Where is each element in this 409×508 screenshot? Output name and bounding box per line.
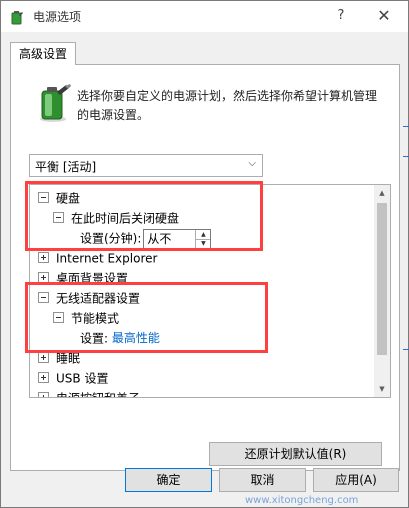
expand-icon[interactable] <box>38 392 49 397</box>
edge-mark <box>403 156 409 157</box>
apply-button[interactable]: 应用(A) <box>313 468 399 492</box>
watermark: www.xitongcheng.com <box>245 495 359 506</box>
edge-mark <box>403 349 409 350</box>
window-title: 电源选项 <box>33 10 82 24</box>
title-bar[interactable]: 电源选项 ? ✕ <box>1 1 408 32</box>
restore-defaults-button[interactable]: 还原计划默认值(R) <box>209 442 382 466</box>
expand-icon[interactable] <box>38 252 49 263</box>
edge-mark <box>403 126 409 127</box>
power-options-icon <box>11 11 23 25</box>
highlight-box-hard-disk <box>25 181 263 251</box>
tree-row-label: 睡眠 <box>56 351 81 366</box>
tree-row-label: 电源按钮和盖子 <box>56 392 140 398</box>
scroll-up-arrow[interactable]: ▲ <box>374 185 390 201</box>
tree-scrollbar[interactable]: ▲ ▼ <box>374 185 390 397</box>
tree-row[interactable]: USB 设置 <box>38 368 108 388</box>
dialog-client: 高级设置 选择你要自定义的电源计划，然后选择你希望计算机管理的电源设置。 平衡 … <box>1 32 408 507</box>
highlight-box-wireless <box>25 282 268 353</box>
tree-row[interactable]: 电源按钮和盖子 <box>38 388 140 398</box>
battery-plan-icon <box>40 84 71 122</box>
plan-description: 选择你要自定义的电源计划，然后选择你希望计算机管理的电源设置。 <box>77 89 378 122</box>
scroll-thumb[interactable] <box>377 203 387 355</box>
expand-icon[interactable] <box>38 372 49 383</box>
tab-advanced-settings[interactable]: 高级设置 <box>10 42 76 65</box>
ok-button[interactable]: 确定 <box>125 468 212 492</box>
tree-row-label: Internet Explorer <box>56 251 158 266</box>
power-plan-value: 平衡 [活动] <box>35 160 97 174</box>
chevron-down-icon: ⌵ <box>248 158 256 169</box>
tree-row[interactable]: Internet Explorer <box>38 248 157 268</box>
scroll-down-arrow[interactable]: ▼ <box>374 381 390 397</box>
help-button[interactable]: ? <box>331 6 351 26</box>
power-plan-dropdown[interactable]: 平衡 [活动] ⌵ <box>29 154 263 177</box>
power-options-window: 电源选项 ? ✕ 高级设置 选择你要自定义的电源计划，然后选择你希望计算机管理的… <box>0 0 409 508</box>
close-button[interactable]: ✕ <box>371 5 397 27</box>
advanced-settings-panel: 选择你要自定义的电源计划，然后选择你希望计算机管理的电源设置。 平衡 [活动] … <box>10 64 400 471</box>
expand-icon[interactable] <box>38 352 49 363</box>
cancel-button[interactable]: 取消 <box>219 468 306 492</box>
tree-row-label: USB 设置 <box>56 371 109 386</box>
